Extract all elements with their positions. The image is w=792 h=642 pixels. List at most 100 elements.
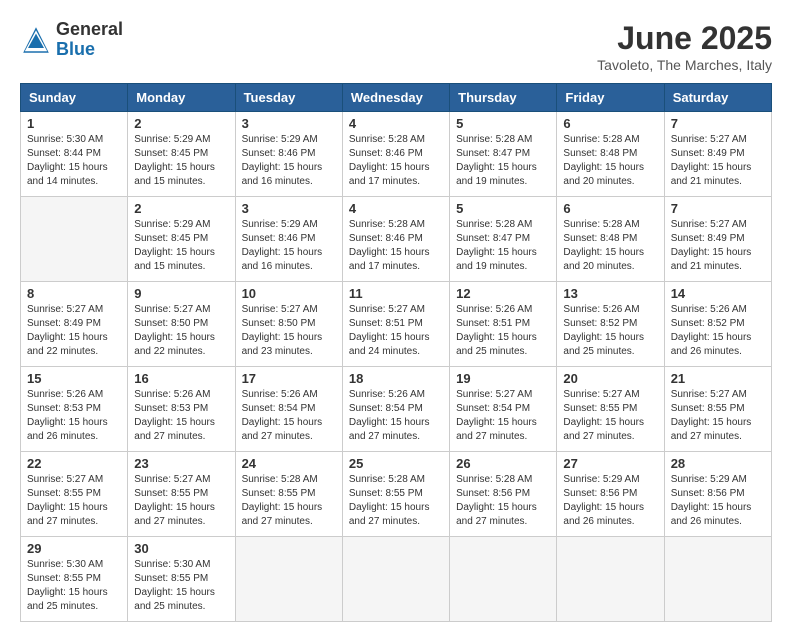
day-number: 6 [563,201,657,216]
calendar-day: 4 Sunrise: 5:28 AM Sunset: 8:46 PM Daylig… [342,197,449,282]
day-info: Sunrise: 5:29 AM Sunset: 8:46 PM Dayligh… [242,218,336,274]
calendar-day: 2 Sunrise: 5:29 AM Sunset: 8:45 PM Daylig… [128,112,235,197]
logo-general: General [56,20,123,40]
day-info: Sunrise: 5:28 AM Sunset: 8:48 PM Dayligh… [563,133,657,189]
calendar-day: 1Sunrise: 5:30 AM Sunset: 8:44 PM Daylig… [21,112,128,197]
day-number: 3 [242,116,336,131]
calendar-week-row: 2 Sunrise: 5:29 AM Sunset: 8:45 PM Daylig… [21,197,772,282]
day-number: 5 [456,116,550,131]
col-thursday: Thursday [450,84,557,112]
day-number: 13 [563,286,657,301]
calendar-day: 28Sunrise: 5:29 AM Sunset: 8:56 PM Dayli… [664,452,771,537]
logo-blue: Blue [56,40,123,60]
calendar-day: 16 Sunrise: 5:26 AM Sunset: 8:53 PM Dayli… [128,367,235,452]
logo-icon [20,24,52,56]
day-info: Sunrise: 5:27 AM Sunset: 8:55 PM Dayligh… [27,473,121,529]
day-number: 2 [134,201,228,216]
calendar-day [664,537,771,622]
day-info: Sunrise: 5:27 AM Sunset: 8:50 PM Dayligh… [134,303,228,359]
day-info: Sunrise: 5:28 AM Sunset: 8:47 PM Dayligh… [456,218,550,274]
calendar-day: 7Sunrise: 5:27 AM Sunset: 8:49 PM Daylig… [664,197,771,282]
col-tuesday: Tuesday [235,84,342,112]
title-block: June 2025 Tavoleto, The Marches, Italy [597,20,772,73]
calendar-day: 5 Sunrise: 5:28 AM Sunset: 8:47 PM Daylig… [450,197,557,282]
calendar-day: 4Sunrise: 5:28 AM Sunset: 8:46 PM Daylig… [342,112,449,197]
col-sunday: Sunday [21,84,128,112]
day-info: Sunrise: 5:30 AM Sunset: 8:55 PM Dayligh… [27,558,121,614]
day-info: Sunrise: 5:26 AM Sunset: 8:53 PM Dayligh… [27,388,121,444]
day-number: 19 [456,371,550,386]
calendar-day: 18Sunrise: 5:26 AM Sunset: 8:54 PM Dayli… [342,367,449,452]
day-number: 27 [563,456,657,471]
day-info: Sunrise: 5:29 AM Sunset: 8:45 PM Dayligh… [134,133,228,189]
calendar-day [557,537,664,622]
calendar-day: 23 Sunrise: 5:27 AM Sunset: 8:55 PM Dayli… [128,452,235,537]
day-info: Sunrise: 5:29 AM Sunset: 8:46 PM Dayligh… [242,133,336,189]
calendar-day: 20 Sunrise: 5:27 AM Sunset: 8:55 PM Dayli… [557,367,664,452]
day-info: Sunrise: 5:30 AM Sunset: 8:55 PM Dayligh… [134,558,228,614]
calendar-day: 25 Sunrise: 5:28 AM Sunset: 8:55 PM Dayli… [342,452,449,537]
day-number: 11 [349,286,443,301]
day-info: Sunrise: 5:28 AM Sunset: 8:47 PM Dayligh… [456,133,550,189]
calendar-day: 2 Sunrise: 5:29 AM Sunset: 8:45 PM Daylig… [128,197,235,282]
col-friday: Friday [557,84,664,112]
day-info: Sunrise: 5:27 AM Sunset: 8:55 PM Dayligh… [671,388,765,444]
calendar-day [235,537,342,622]
location: Tavoleto, The Marches, Italy [597,57,772,73]
day-info: Sunrise: 5:27 AM Sunset: 8:51 PM Dayligh… [349,303,443,359]
day-info: Sunrise: 5:29 AM Sunset: 8:45 PM Dayligh… [134,218,228,274]
calendar-week-row: 29Sunrise: 5:30 AM Sunset: 8:55 PM Dayli… [21,537,772,622]
day-number: 3 [242,201,336,216]
day-number: 2 [134,116,228,131]
day-number: 22 [27,456,121,471]
col-saturday: Saturday [664,84,771,112]
calendar-week-row: 15Sunrise: 5:26 AM Sunset: 8:53 PM Dayli… [21,367,772,452]
calendar-day: 9 Sunrise: 5:27 AM Sunset: 8:50 PM Daylig… [128,282,235,367]
day-number: 26 [456,456,550,471]
calendar-day: 13 Sunrise: 5:26 AM Sunset: 8:52 PM Dayli… [557,282,664,367]
calendar-day: 14Sunrise: 5:26 AM Sunset: 8:52 PM Dayli… [664,282,771,367]
day-number: 21 [671,371,765,386]
day-number: 23 [134,456,228,471]
day-info: Sunrise: 5:27 AM Sunset: 8:50 PM Dayligh… [242,303,336,359]
calendar-day: 22 Sunrise: 5:27 AM Sunset: 8:55 PM Dayli… [21,452,128,537]
col-wednesday: Wednesday [342,84,449,112]
day-info: Sunrise: 5:28 AM Sunset: 8:46 PM Dayligh… [349,218,443,274]
logo: General Blue [20,20,123,60]
day-number: 24 [242,456,336,471]
calendar-day: 8Sunrise: 5:27 AM Sunset: 8:49 PM Daylig… [21,282,128,367]
day-number: 9 [134,286,228,301]
page-header: General Blue June 2025 Tavoleto, The Mar… [20,20,772,73]
day-info: Sunrise: 5:29 AM Sunset: 8:56 PM Dayligh… [671,473,765,529]
day-info: Sunrise: 5:26 AM Sunset: 8:52 PM Dayligh… [563,303,657,359]
day-info: Sunrise: 5:26 AM Sunset: 8:54 PM Dayligh… [242,388,336,444]
calendar-day: 29Sunrise: 5:30 AM Sunset: 8:55 PM Dayli… [21,537,128,622]
col-monday: Monday [128,84,235,112]
month-title: June 2025 [597,20,772,57]
day-number: 4 [349,201,443,216]
day-number: 12 [456,286,550,301]
day-info: Sunrise: 5:28 AM Sunset: 8:55 PM Dayligh… [242,473,336,529]
day-info: Sunrise: 5:27 AM Sunset: 8:54 PM Dayligh… [456,388,550,444]
day-number: 7 [671,116,765,131]
day-info: Sunrise: 5:27 AM Sunset: 8:55 PM Dayligh… [563,388,657,444]
calendar-day: 11 Sunrise: 5:27 AM Sunset: 8:51 PM Dayli… [342,282,449,367]
day-number: 16 [134,371,228,386]
day-info: Sunrise: 5:26 AM Sunset: 8:52 PM Dayligh… [671,303,765,359]
day-info: Sunrise: 5:28 AM Sunset: 8:55 PM Dayligh… [349,473,443,529]
calendar-day: 12Sunrise: 5:26 AM Sunset: 8:51 PM Dayli… [450,282,557,367]
calendar-day: 6 Sunrise: 5:28 AM Sunset: 8:48 PM Daylig… [557,112,664,197]
calendar-day: 10 Sunrise: 5:27 AM Sunset: 8:50 PM Dayli… [235,282,342,367]
calendar-week-row: 22 Sunrise: 5:27 AM Sunset: 8:55 PM Dayli… [21,452,772,537]
day-info: Sunrise: 5:27 AM Sunset: 8:49 PM Dayligh… [671,218,765,274]
day-number: 20 [563,371,657,386]
day-info: Sunrise: 5:27 AM Sunset: 8:55 PM Dayligh… [134,473,228,529]
calendar-day: 27Sunrise: 5:29 AM Sunset: 8:56 PM Dayli… [557,452,664,537]
calendar-day: 15Sunrise: 5:26 AM Sunset: 8:53 PM Dayli… [21,367,128,452]
calendar: Sunday Monday Tuesday Wednesday Thursday… [20,83,772,622]
day-number: 10 [242,286,336,301]
day-number: 5 [456,201,550,216]
day-number: 25 [349,456,443,471]
day-info: Sunrise: 5:26 AM Sunset: 8:53 PM Dayligh… [134,388,228,444]
day-number: 6 [563,116,657,131]
